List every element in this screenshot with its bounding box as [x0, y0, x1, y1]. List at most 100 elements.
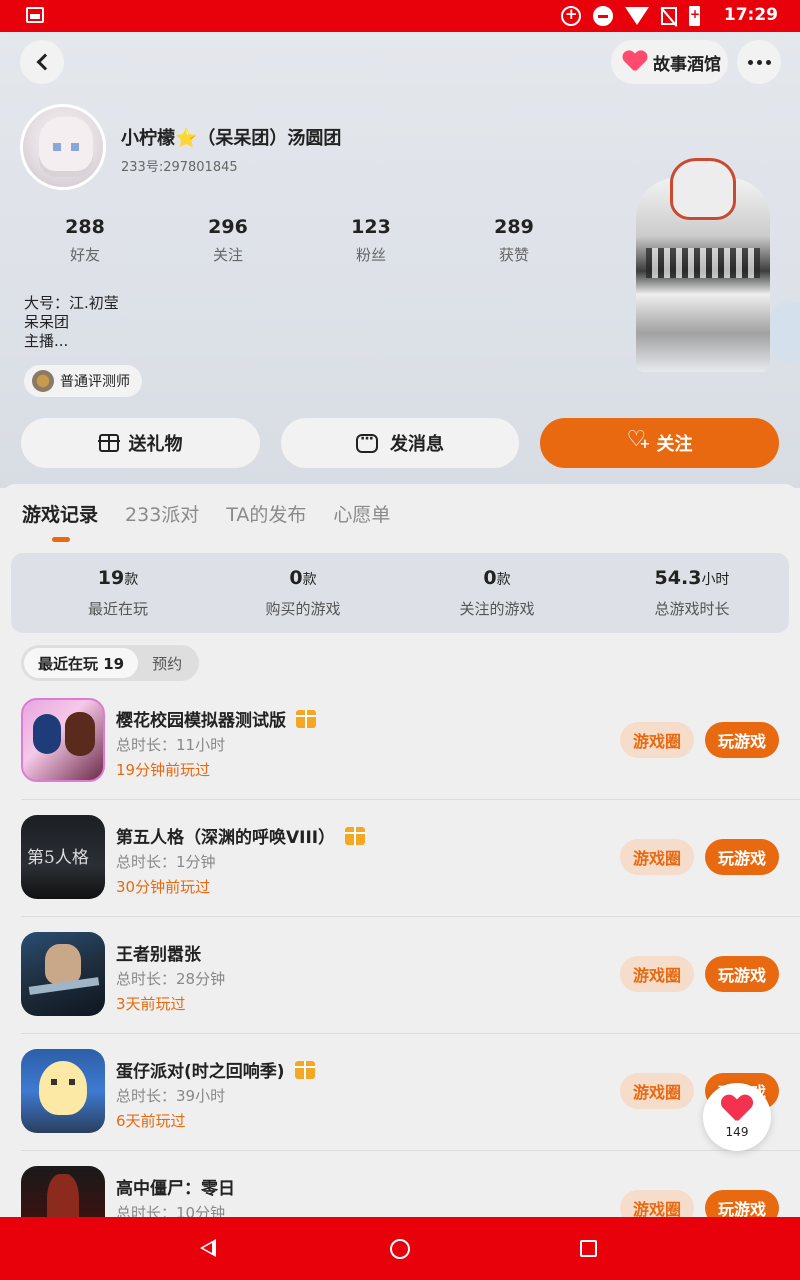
stat-value: 123: [351, 216, 391, 238]
floating-like-button[interactable]: 149: [703, 1083, 771, 1151]
user-bio[interactable]: 大号：江.初莹 呆呆团 主播...: [24, 294, 119, 351]
game-duration: 总时长：1分钟: [116, 853, 216, 871]
gift-tag-icon: [345, 826, 366, 845]
game-circle-button[interactable]: 游戏圈: [620, 722, 694, 758]
avatar[interactable]: [20, 104, 106, 190]
summary-value: 19: [97, 567, 125, 589]
stat-fans[interactable]: 123 粉丝: [331, 216, 411, 265]
play-game-button[interactable]: 玩游戏: [705, 722, 779, 758]
segment-reserved[interactable]: 预约: [138, 648, 196, 678]
back-button[interactable]: [20, 40, 64, 84]
follow-button[interactable]: 关注: [540, 418, 779, 468]
stat-value: 289: [494, 216, 534, 238]
heart-icon: [623, 51, 647, 73]
game-circle-button[interactable]: 游戏圈: [620, 1073, 694, 1109]
nav-back-icon[interactable]: [200, 1239, 216, 1257]
tab-233-party[interactable]: 233派对: [125, 500, 199, 527]
send-gift-button[interactable]: 送礼物: [21, 418, 260, 468]
game-icon: [21, 1049, 105, 1133]
summary-unit: 款: [302, 572, 317, 588]
reviewer-badge[interactable]: 普通评测师: [24, 365, 142, 397]
more-button[interactable]: [737, 40, 781, 84]
divider: [21, 916, 800, 917]
like-count: 149: [725, 1125, 749, 1139]
gift-tag-icon: [296, 709, 316, 728]
segment-recent-playing[interactable]: 最近在玩 19: [24, 648, 139, 678]
status-time: 17:29: [723, 5, 778, 25]
profile-header: 故事酒馆 小柠檬⭐（呆呆团）汤圆团 233号:297801845 288 好友 …: [0, 32, 800, 488]
game-circle-button[interactable]: 游戏圈: [620, 839, 694, 875]
summary-total-time[interactable]: 54.3小时 总游戏时长: [607, 567, 777, 619]
game-duration: 总时长：11小时: [116, 736, 226, 754]
game-title: 樱花校园模拟器测试版: [116, 706, 316, 731]
tab-game-records[interactable]: 游戏记录: [22, 500, 98, 542]
stat-likes[interactable]: 289 获赞: [474, 216, 554, 265]
game-title: 高中僵尸：零日: [116, 1174, 235, 1199]
game-duration: 总时长：10分钟: [116, 1204, 226, 1217]
tab-posts[interactable]: TA的发布: [226, 500, 306, 527]
badge-icon: [32, 370, 54, 392]
game-list-item[interactable]: 蛋仔派对(时之回响季) 总时长：39小时 6天前玩过 游戏圈 玩游戏: [0, 1049, 800, 1166]
play-game-button[interactable]: 玩游戏: [705, 839, 779, 875]
summary-unit: 款: [496, 572, 511, 588]
user-id: 233号:297801845: [121, 160, 238, 175]
avatar-character-figure[interactable]: [636, 158, 770, 372]
summary-unit: 款: [124, 572, 139, 588]
game-last-played: 19分钟前玩过: [116, 761, 211, 779]
do-not-disturb-icon: [593, 6, 613, 26]
stat-following[interactable]: 296 关注: [188, 216, 268, 265]
character-head: [670, 158, 736, 220]
send-message-label: 发消息: [390, 434, 444, 455]
game-list-item[interactable]: 高中僵尸：零日 总时长：10分钟 游戏圈 玩游戏: [0, 1166, 800, 1217]
stat-label: 关注: [212, 246, 243, 264]
game-title-text: 第五人格（深渊的呼唤VIII）: [116, 828, 336, 848]
profile-tabs: 游戏记录 233派对 TA的发布 心愿单: [22, 500, 417, 542]
battery-charging-icon: [689, 6, 700, 26]
image-notification-icon: [26, 7, 44, 23]
game-list-item[interactable]: 王者别嚣张 总时长：28分钟 3天前玩过 游戏圈 玩游戏: [0, 932, 800, 1049]
summary-followed[interactable]: 0款 关注的游戏: [412, 567, 582, 619]
stat-label: 粉丝: [355, 246, 386, 264]
summary-recent[interactable]: 19款 最近在玩: [33, 567, 203, 619]
game-last-played: 6天前玩过: [116, 1112, 186, 1130]
bio-line: 呆呆团: [24, 313, 70, 331]
decorative-bubble: [770, 302, 800, 362]
chevron-left-icon: [36, 53, 53, 71]
game-title-text: 樱花校园模拟器测试版: [116, 711, 286, 731]
game-circle-button[interactable]: 游戏圈: [620, 956, 694, 992]
stat-friends[interactable]: 288 好友: [45, 216, 125, 265]
status-icons: [561, 5, 700, 26]
play-game-button[interactable]: 玩游戏: [705, 956, 779, 992]
summary-value: 54.3: [654, 567, 702, 589]
summary-value: 0: [483, 567, 497, 589]
gift-icon: [97, 434, 120, 452]
send-message-button[interactable]: 发消息: [281, 418, 519, 468]
wifi-icon: [625, 7, 649, 25]
dot: [756, 59, 762, 65]
content-panel: 游戏记录 233派对 TA的发布 心愿单 19款 最近在玩 0款 购买的游戏 0…: [0, 484, 800, 1217]
stat-label: 好友: [69, 246, 100, 264]
game-circle-button[interactable]: 游戏圈: [620, 1190, 694, 1217]
tab-wishlist[interactable]: 心愿单: [333, 500, 390, 527]
nav-home-icon[interactable]: [390, 1239, 410, 1259]
stat-value: 296: [208, 216, 248, 238]
game-summary: 19款 最近在玩 0款 购买的游戏 0款 关注的游戏 54.3小时 总游戏时长: [11, 553, 789, 633]
game-icon: [21, 932, 105, 1016]
game-list-item[interactable]: 樱花校园模拟器测试版 总时长：11小时 19分钟前玩过 游戏圈 玩游戏: [0, 698, 800, 815]
game-last-played: 30分钟前玩过: [116, 878, 211, 896]
game-title: 蛋仔派对(时之回响季): [116, 1057, 315, 1082]
game-title-text: 蛋仔派对(时之回响季): [116, 1062, 285, 1082]
nav-recents-icon[interactable]: [580, 1240, 597, 1257]
heart-plus-icon: [627, 427, 651, 453]
play-game-button[interactable]: 玩游戏: [705, 1190, 779, 1217]
dot: [765, 59, 771, 65]
summary-purchased[interactable]: 0款 购买的游戏: [218, 567, 388, 619]
game-title: 王者别嚣张: [116, 940, 201, 965]
data-saver-icon: [561, 5, 581, 26]
gift-tag-icon: [294, 1060, 315, 1079]
message-icon: [356, 431, 378, 453]
game-icon: [21, 1166, 105, 1217]
game-list-item[interactable]: 第五人格（深渊的呼唤VIII） 总时长：1分钟 30分钟前玩过 游戏圈 玩游戏: [0, 815, 800, 932]
story-tavern-button[interactable]: 故事酒馆: [611, 40, 728, 84]
game-duration: 总时长：28分钟: [116, 970, 226, 988]
